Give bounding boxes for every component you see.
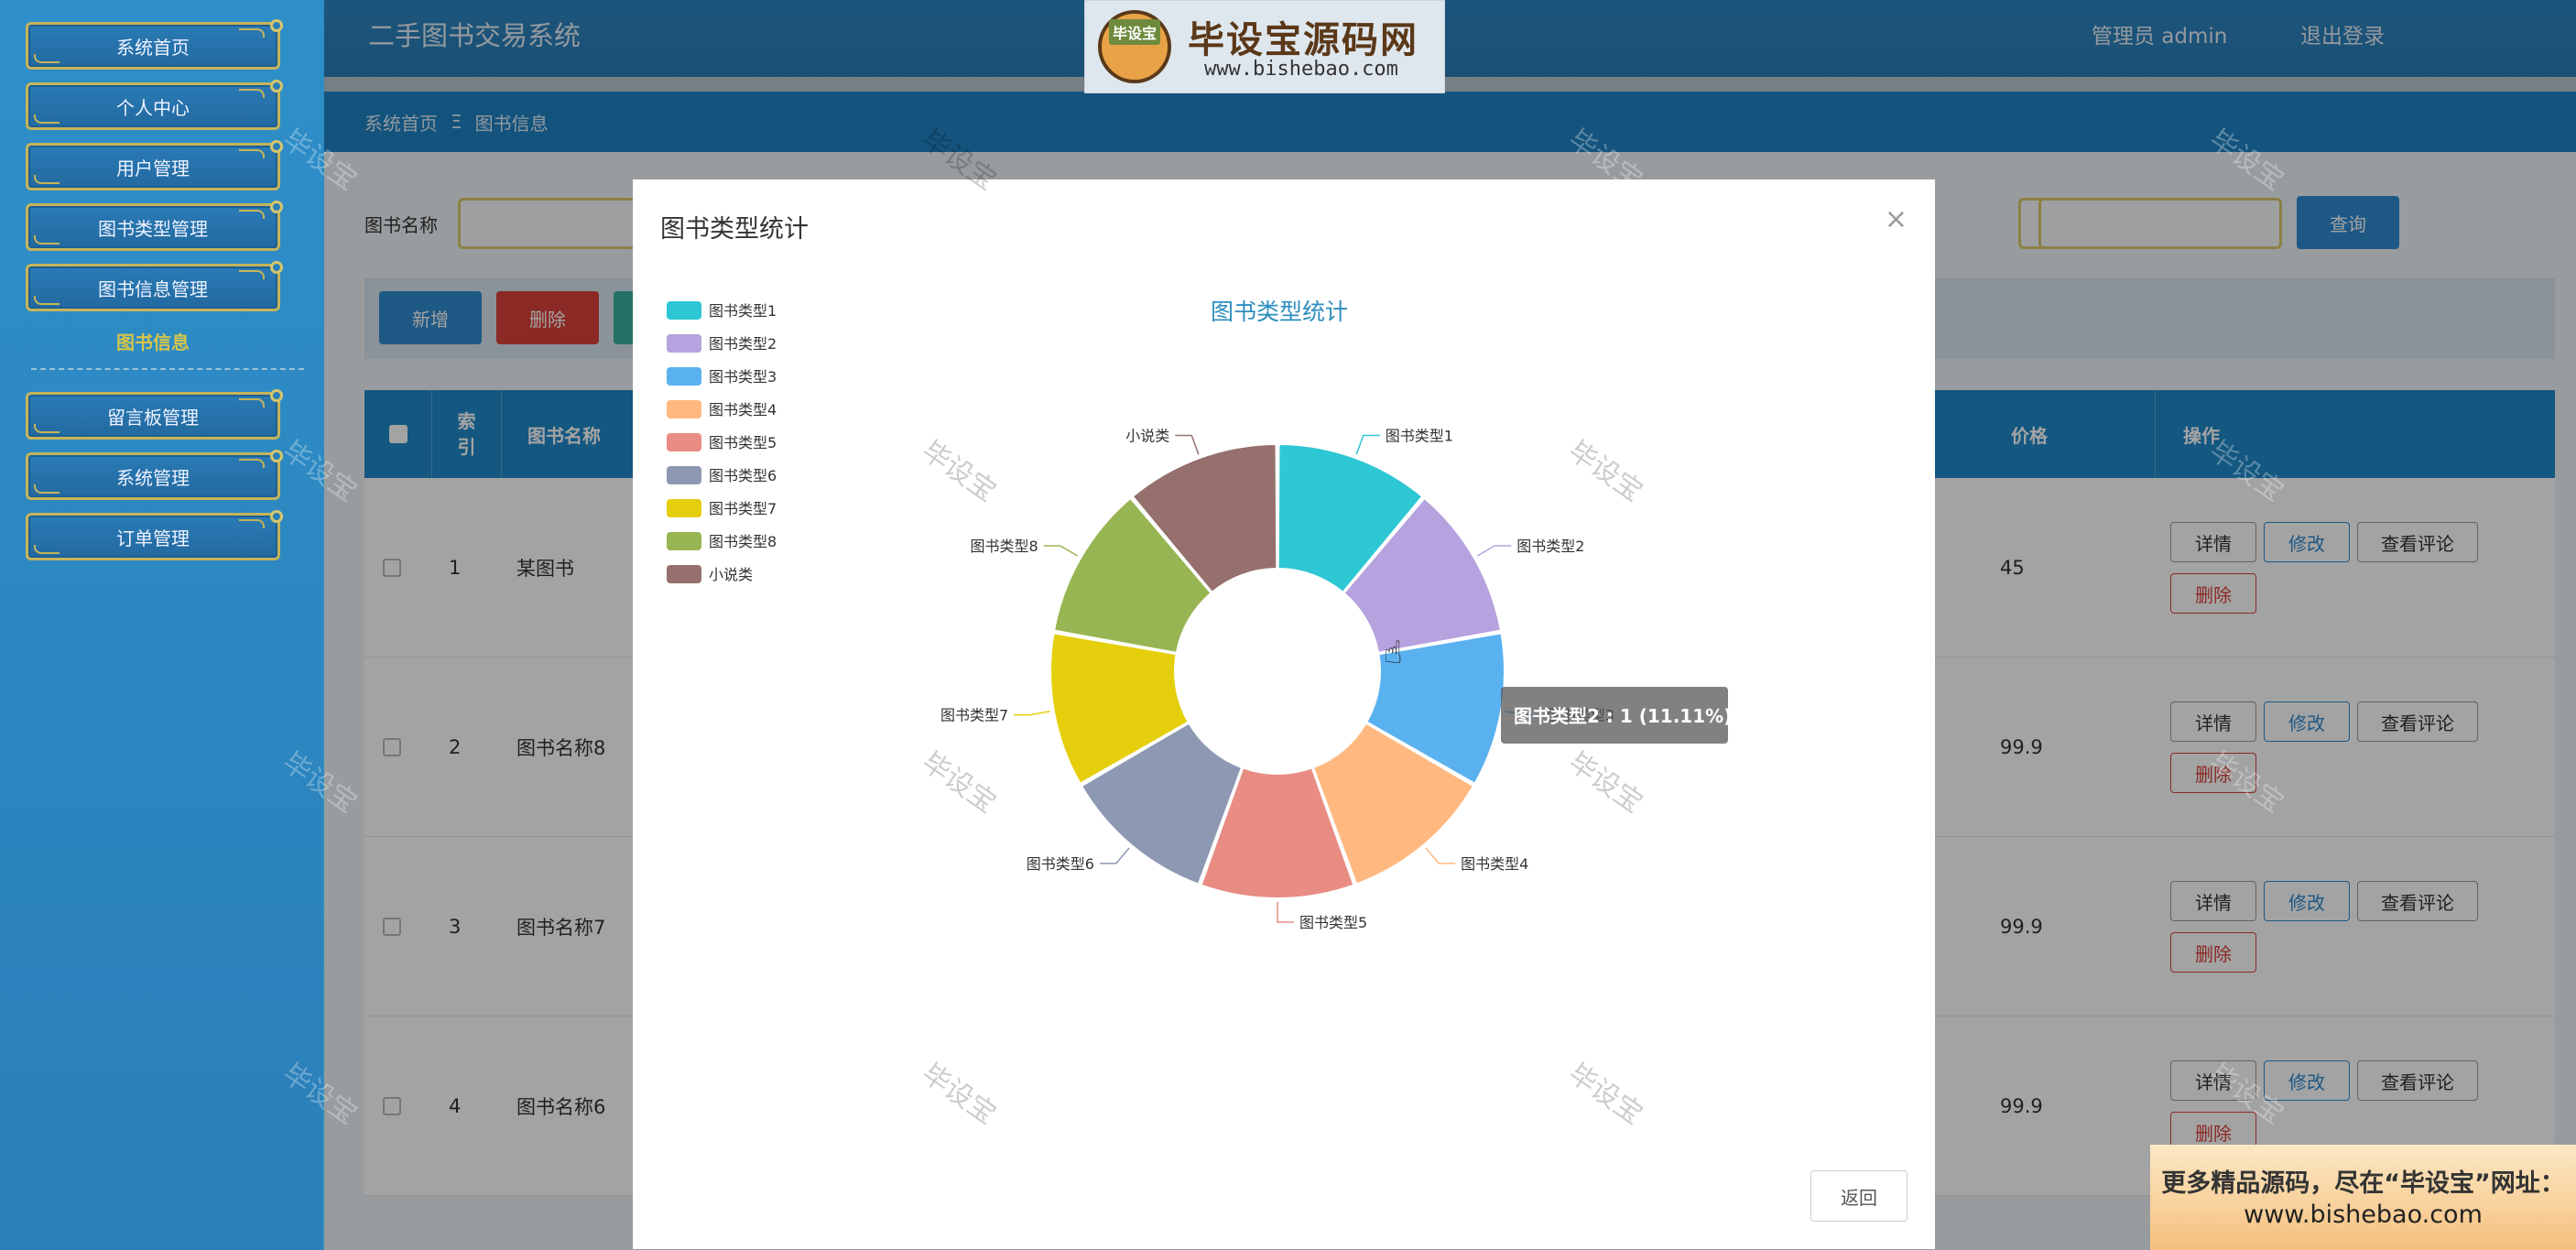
sidebar-item-users[interactable]: 用户管理 <box>26 140 283 190</box>
logo-url: www.bishebao.com <box>1204 58 1398 81</box>
back-button[interactable]: 返回 <box>1810 1170 1908 1222</box>
leader-line <box>1014 711 1050 716</box>
sidebar-item-label: 个人中心 <box>116 96 190 119</box>
slice-label: 图书类型8 <box>971 538 1038 555</box>
logo-badge-icon: 毕设宝 <box>1098 10 1171 83</box>
slice-label: 图书类型1 <box>1386 428 1453 445</box>
legend-label: 图书类型2 <box>709 335 777 353</box>
cursor-hand-icon: ☝ <box>1384 635 1403 671</box>
leader-line <box>1099 847 1130 864</box>
sidebar-item-label: 图书类型管理 <box>98 217 208 240</box>
sidebar-item-book-info[interactable]: 图书信息管理 <box>26 261 283 311</box>
legend-label: 图书类型5 <box>709 434 777 451</box>
leader-line <box>1476 545 1512 557</box>
legend-swatch <box>667 367 701 386</box>
leader-line <box>1043 545 1079 557</box>
logo-badge-text: 毕设宝 <box>1108 19 1160 45</box>
slice-label: 图书类型2 <box>1516 538 1584 555</box>
slice-label: 图书类型6 <box>1027 855 1094 873</box>
legend-swatch <box>667 334 701 353</box>
legend-label: 图书类型1 <box>709 302 777 320</box>
legend-label: 小说类 <box>709 566 753 583</box>
legend-label: 图书类型4 <box>709 401 777 418</box>
slice-label: 图书类型4 <box>1461 855 1528 873</box>
sidebar-item-book-types[interactable]: 图书类型管理 <box>26 201 283 251</box>
sidebar-item-label: 订单管理 <box>116 527 190 549</box>
sidebar-divider <box>31 368 304 370</box>
sidebar-item-label: 留言板管理 <box>107 406 199 429</box>
chart-title: 图书类型统计 <box>1211 299 1348 325</box>
leader-line <box>1425 847 1456 864</box>
sidebar-subitem-book-info[interactable]: 图书信息 <box>26 328 280 354</box>
sidebar-item-orders[interactable]: 订单管理 <box>26 510 283 560</box>
legend-swatch <box>667 400 701 418</box>
legend-label: 图书类型6 <box>709 467 777 484</box>
legend-swatch <box>667 532 701 550</box>
chart-modal: 图书类型统计 × 图书类型统计 图书类型1 图书类型2 图书类型3 图书类型4 图书类型5… <box>633 179 1935 1249</box>
sidebar-item-label: 系统首页 <box>116 36 190 59</box>
sidebar: 系统首页 个人中心 用户管理 图书类型管理 图书信息管理 图书信息 留言板管理 … <box>0 0 322 1250</box>
site-logo: 毕设宝 毕设宝源码网 www.bishebao.com <box>1084 0 1445 93</box>
leader-line <box>1277 902 1294 923</box>
leader-line <box>1355 434 1380 455</box>
slice-label: 小说类 <box>1125 428 1169 445</box>
sidebar-item-label: 系统管理 <box>116 466 190 489</box>
promo-banner[interactable]: 更多精品源码，尽在“毕设宝”网址： www.bishebao.com <box>2150 1145 2576 1250</box>
legend-swatch <box>667 565 701 583</box>
logo-name: 毕设宝源码网 <box>1188 19 1418 61</box>
sidebar-item-label: 用户管理 <box>116 157 190 179</box>
legend-label: 图书类型7 <box>709 500 777 517</box>
leader-line <box>1175 434 1200 455</box>
sidebar-item-label: 图书信息管理 <box>98 277 208 300</box>
legend-swatch <box>667 301 701 320</box>
sidebar-item-system[interactable]: 系统管理 <box>26 450 283 500</box>
legend-label: 图书类型3 <box>709 368 777 386</box>
tooltip-text: 图书类型2 : 1 (11.11%) <box>1514 705 1732 727</box>
sidebar-item-home[interactable]: 系统首页 <box>26 19 283 70</box>
sidebar-item-messages[interactable]: 留言板管理 <box>26 389 283 440</box>
legend-swatch <box>667 466 701 484</box>
legend-swatch <box>667 433 701 451</box>
legend-label: 图书类型8 <box>709 533 777 550</box>
promo-line1: 更多精品源码，尽在“毕设宝”网址： <box>2161 1169 2565 1198</box>
book-type-chart: 图书类型统计图书类型1图书类型2图书类型3图书类型4图书类型5图书类型6图书类型… <box>667 299 1732 931</box>
slice-label: 图书类型5 <box>1299 914 1367 931</box>
legend-swatch <box>667 499 701 517</box>
sidebar-item-profile[interactable]: 个人中心 <box>26 80 283 130</box>
slice-label: 图书类型7 <box>940 707 1008 724</box>
promo-url: www.bishebao.com <box>2244 1200 2483 1229</box>
